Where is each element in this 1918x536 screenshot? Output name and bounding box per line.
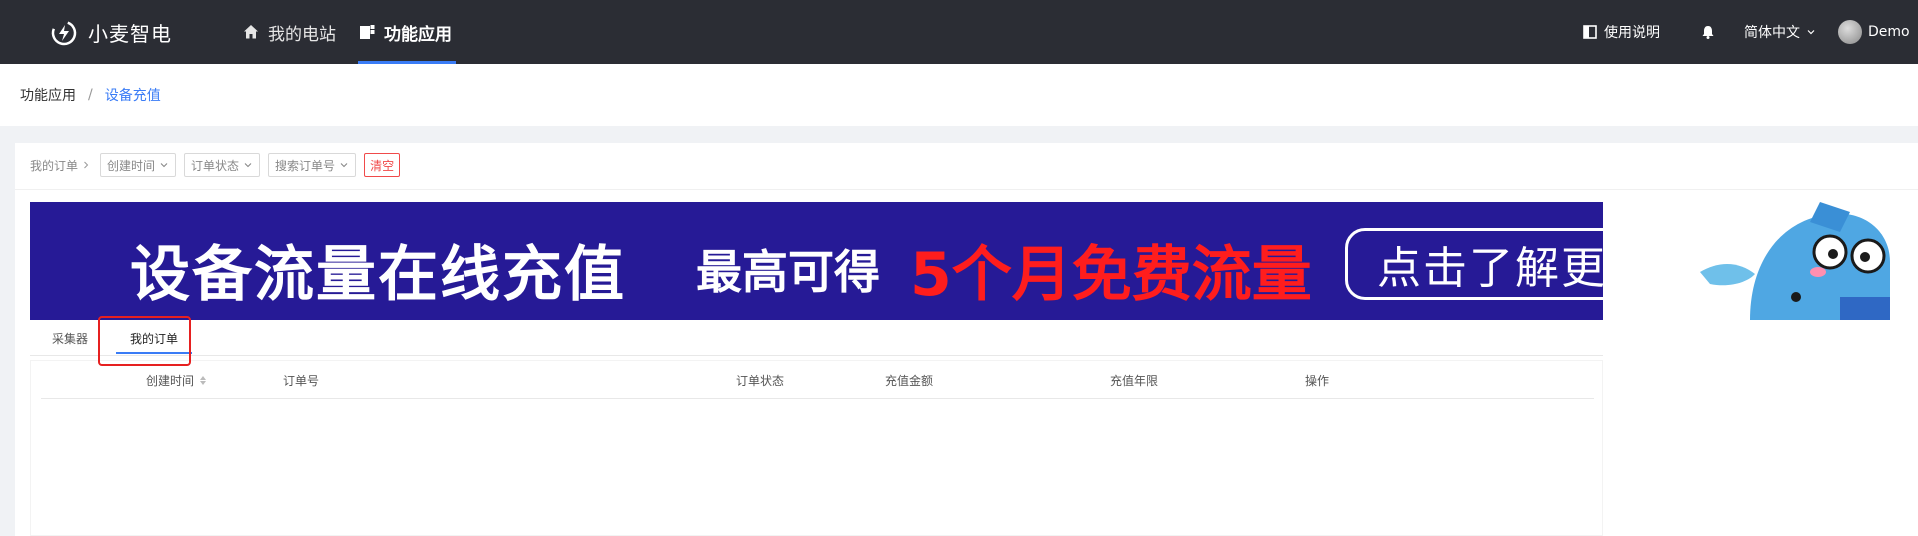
banner-highlight: 5个月免费流量 xyxy=(910,240,1312,310)
my-orders-filter-label: 我的订单 xyxy=(30,157,90,174)
column-header-created-time[interactable]: 创建时间 xyxy=(146,361,207,399)
book-icon xyxy=(1583,25,1597,39)
filter-divider xyxy=(15,189,1918,190)
column-header-label: 操作 xyxy=(1305,373,1330,388)
logo-icon xyxy=(51,20,77,45)
tab-collector[interactable]: 采集器 xyxy=(52,320,88,356)
column-header-label: 充值年限 xyxy=(1110,373,1159,388)
breadcrumb-separator: / xyxy=(88,87,93,103)
column-header-actions: 操作 xyxy=(1305,361,1329,399)
column-header-label: 创建时间 xyxy=(146,373,195,388)
created-time-filter[interactable]: 创建时间 xyxy=(100,153,177,177)
column-header-label: 订单状态 xyxy=(736,373,785,388)
filter-row: 我的订单 创建时间 订单状态 搜索订单号 清空 xyxy=(30,153,401,177)
search-order-number-filter[interactable]: 搜索订单号 xyxy=(268,153,357,177)
my-orders-label: 我的订单 xyxy=(30,158,79,173)
content-card: 我的订单 创建时间 订单状态 搜索订单号 清空 设备流量在线充值 最高可得 5个… xyxy=(15,143,1918,536)
active-tab-indicator xyxy=(116,352,192,354)
column-header-recharge-years: 充值年限 xyxy=(1110,361,1158,399)
top-navigation-bar: 小麦智电 我的电站 功能应用 使用说明 简体中文 Demo xyxy=(0,0,1918,64)
user-manual-link[interactable]: 使用说明 xyxy=(1582,0,1660,64)
clear-filters-button[interactable]: 清空 xyxy=(364,153,401,177)
breadcrumb-current: 设备充值 xyxy=(104,88,161,104)
apps-icon xyxy=(360,25,375,39)
banner-cta-label: 点击了解更多 xyxy=(1377,243,1653,294)
orders-table: 创建时间 订单号 订单状态 充值金额 充值年限 操作 xyxy=(30,360,1603,536)
chevron-down-icon xyxy=(160,163,168,168)
bell-icon xyxy=(1702,26,1714,39)
created-time-filter-label: 创建时间 xyxy=(107,158,156,173)
breadcrumb: 功能应用 / 设备充值 xyxy=(0,64,1918,126)
chevron-right-icon xyxy=(84,161,89,169)
tab-bar: 采集器 我的订单 xyxy=(30,320,1603,356)
nav-item-label: 功能应用 xyxy=(384,24,452,45)
chevron-down-icon xyxy=(244,163,252,168)
language-label: 简体中文 xyxy=(1744,25,1800,41)
mascot-illustration xyxy=(1700,202,1890,320)
table-header: 创建时间 订单号 订单状态 充值金额 充值年限 操作 xyxy=(41,361,1594,399)
banner-cta-button[interactable]: 点击了解更多 xyxy=(1345,228,1685,300)
user-name: Demo xyxy=(1868,24,1910,40)
sort-icon[interactable] xyxy=(200,375,207,385)
language-selector[interactable]: 简体中文 xyxy=(1744,0,1816,64)
avatar xyxy=(1838,20,1862,44)
search-order-number-label: 搜索订单号 xyxy=(275,158,336,173)
nav-item-function-apps[interactable]: 功能应用 xyxy=(358,0,456,64)
banner-title: 设备流量在线充值 xyxy=(130,240,626,310)
order-status-filter[interactable]: 订单状态 xyxy=(184,153,261,177)
tab-my-orders[interactable]: 我的订单 xyxy=(108,320,200,356)
user-manual-label: 使用说明 xyxy=(1604,25,1660,41)
column-header-recharge-amount: 充值金额 xyxy=(885,361,933,399)
column-header-order-number: 订单号 xyxy=(283,361,319,399)
tab-label: 采集器 xyxy=(52,331,89,346)
order-status-filter-label: 订单状态 xyxy=(191,158,240,173)
banner-subtitle: 最高可得 xyxy=(696,245,880,299)
breadcrumb-root[interactable]: 功能应用 xyxy=(20,85,76,105)
app-name: 小麦智电 xyxy=(88,22,172,46)
column-header-label: 订单号 xyxy=(283,373,320,388)
tab-label: 我的订单 xyxy=(129,331,178,346)
clear-filters-label: 清空 xyxy=(370,158,395,173)
notification-button[interactable] xyxy=(1700,0,1716,64)
user-menu[interactable]: Demo xyxy=(1838,0,1910,64)
column-header-label: 充值金额 xyxy=(885,373,934,388)
nav-item-label: 我的电站 xyxy=(268,24,336,45)
home-icon xyxy=(244,25,258,39)
chevron-down-icon xyxy=(340,163,348,168)
app-logo[interactable]: 小麦智电 xyxy=(50,18,172,47)
nav-item-my-station[interactable]: 我的电站 xyxy=(242,0,336,64)
column-header-order-status: 订单状态 xyxy=(736,361,784,399)
chevron-down-icon xyxy=(1807,30,1815,35)
